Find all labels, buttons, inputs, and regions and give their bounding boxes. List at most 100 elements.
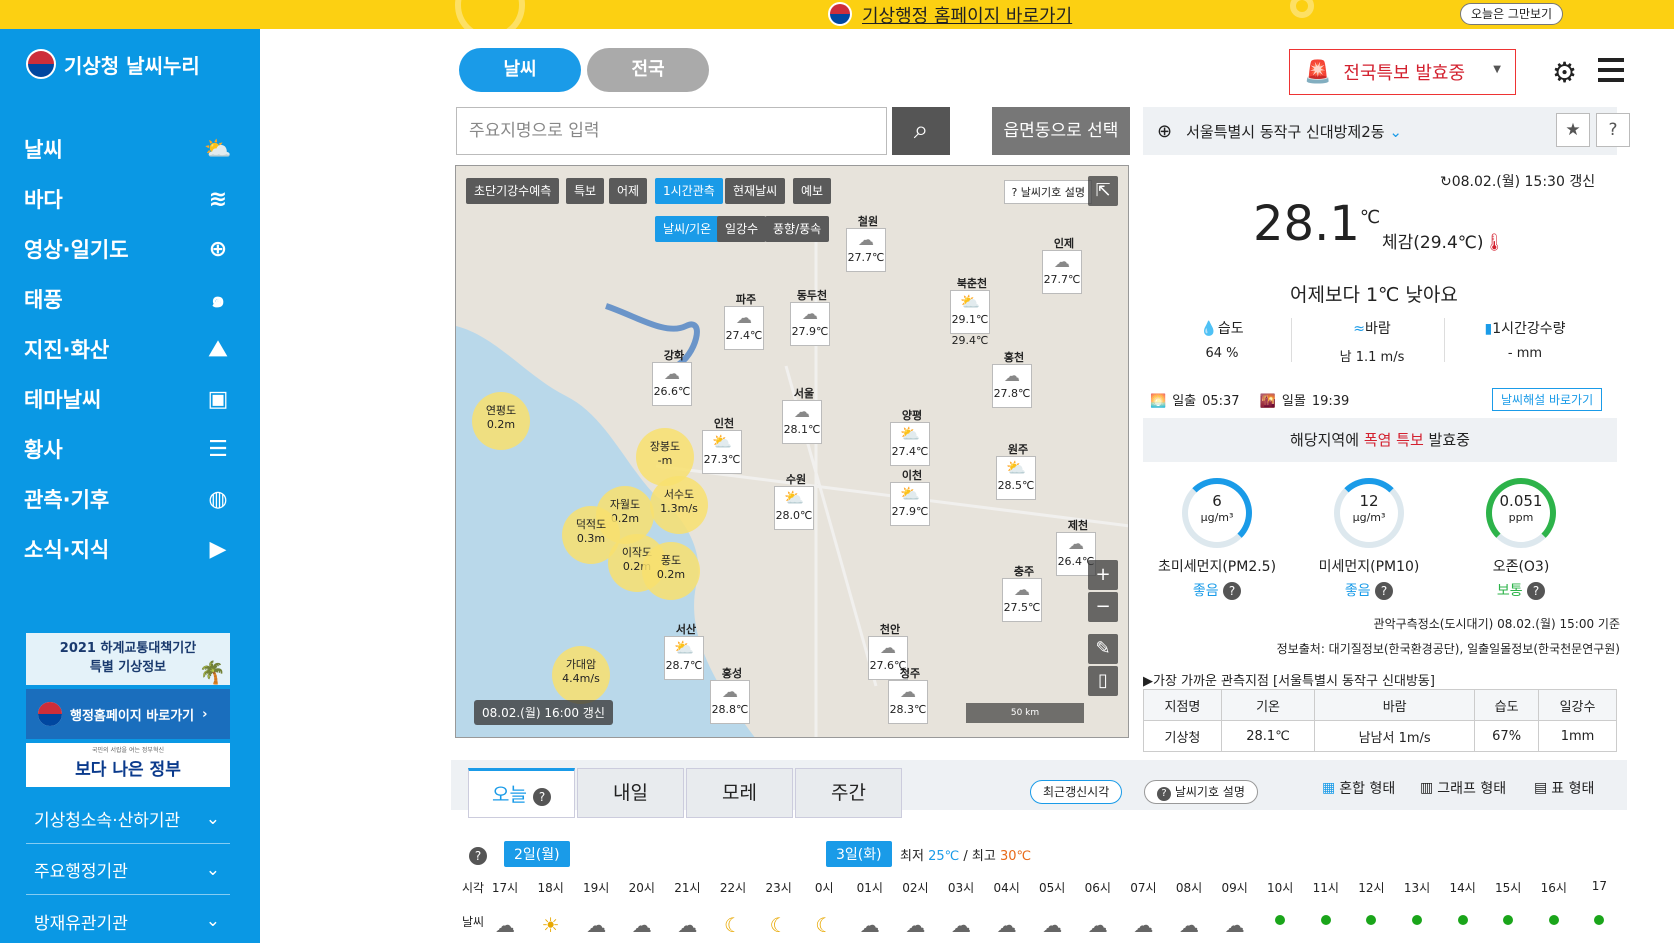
station-hongcheon[interactable]: 홍천 ☁ 27.8℃: [992, 351, 1032, 408]
view-mixed[interactable]: ▦ 혼합 형태: [1322, 778, 1395, 798]
map-tab-hourly-obs[interactable]: 1시간관측: [655, 178, 723, 204]
map-tab-nowcast[interactable]: 초단기강수예측: [466, 178, 560, 204]
nav-weather[interactable]: 날씨 ⛅: [0, 124, 260, 174]
dismiss-today-button[interactable]: 오늘은 그만보기: [1460, 3, 1564, 25]
accordion-disaster[interactable]: 방재유관기관 ⌄: [26, 896, 230, 946]
accordion-affiliated[interactable]: 기상청소속·산하기관 ⌄: [26, 794, 230, 844]
bubble-name: 연평도: [485, 404, 517, 417]
station-hongseong[interactable]: 홍성 ☁ 28.8℃: [710, 667, 750, 724]
help-icon[interactable]: ?: [1223, 582, 1242, 600]
map-tab-forecast[interactable]: 예보: [793, 178, 832, 204]
map-tab-warning[interactable]: 특보: [566, 178, 605, 204]
sunset-icon: 🌇: [1259, 394, 1276, 409]
heat-warning-banner[interactable]: 해당지역에 폭염 특보 발효중: [1143, 418, 1617, 462]
station-name: 이천: [901, 469, 923, 482]
tab-weather[interactable]: 날씨: [459, 48, 581, 92]
map-layer-icon[interactable]: ▯: [1088, 666, 1118, 696]
map-subtab-wind[interactable]: 풍향/풍속: [765, 216, 830, 242]
search-input[interactable]: 주요지명으로 입력: [456, 107, 887, 155]
nav-theme[interactable]: 테마날씨 ▣: [0, 374, 260, 424]
station-ganghwa[interactable]: 강화 ☁ 26.6℃: [652, 349, 692, 406]
symbol-legend-button[interactable]: ? 날씨기호 설명: [1004, 180, 1092, 204]
site-logo[interactable]: 기상청 날씨누리: [26, 49, 200, 79]
tab-today[interactable]: 오늘 ?: [468, 768, 575, 818]
station-bukchuncheon[interactable]: 북춘천 ⛅ 29.1℃: [950, 277, 990, 334]
recent-update-button[interactable]: 최근갱신시각: [1030, 780, 1123, 804]
search-icon: ⌕: [913, 115, 929, 145]
moon-icon: ☾: [769, 913, 788, 937]
nav-typhoon[interactable]: 태풍 ๑: [0, 274, 260, 324]
marine-bubble[interactable]: 풍도 0.2m: [642, 542, 700, 600]
station-icheon[interactable]: 이천 ⛅ 27.9℃: [890, 469, 930, 526]
tab-day-after[interactable]: 모레: [686, 768, 793, 818]
tab-weekly[interactable]: 주간: [795, 768, 902, 818]
help-icon[interactable]: ?: [533, 788, 551, 806]
favorite-star-icon[interactable]: ★: [1556, 113, 1590, 147]
marine-bubble[interactable]: 연평도 0.2m: [472, 392, 530, 450]
map-subtab-rain[interactable]: 일강수: [717, 216, 767, 242]
gps-icon[interactable]: ⊕: [1157, 121, 1172, 142]
sunrise-value: 05:37: [1202, 394, 1240, 409]
nav-satellite[interactable]: 영상·일기도 ⊕: [0, 224, 260, 274]
nav-climate[interactable]: 관측·기후 ◍: [0, 474, 260, 524]
tab-tomorrow[interactable]: 내일: [577, 768, 684, 818]
search-button[interactable]: ⌕: [892, 107, 950, 155]
bubble-name: 장봉도: [649, 440, 681, 453]
station-chungju[interactable]: 충주 ☁ 27.5℃: [1002, 565, 1042, 622]
ruler-icon[interactable]: ✎: [1088, 634, 1118, 664]
zoom-in-button[interactable]: +: [1088, 560, 1118, 590]
station-yangpyeong[interactable]: 양평 ⛅ 27.4℃: [890, 409, 930, 466]
accordion-admin[interactable]: 주요행정기관 ⌄: [26, 845, 230, 895]
chevron-right-icon: ›: [202, 706, 208, 722]
cloud-icon: ☁: [586, 913, 607, 937]
typhoon-icon: ๑: [211, 287, 225, 313]
station-cheongju[interactable]: 청주 ☁ 28.3℃: [888, 667, 928, 724]
zoom-out-button[interactable]: −: [1088, 592, 1118, 622]
station-wonju[interactable]: 원주 ⛅ 28.5℃: [996, 443, 1036, 500]
help-icon[interactable]: ?: [1596, 113, 1630, 147]
weather-map[interactable]: 초단기강수예측 특보 어제 1시간관측 현재날씨 예보 날씨/기온 일강수 풍향…: [455, 165, 1129, 738]
station-paju[interactable]: 파주 ☁ 27.4℃: [724, 293, 764, 350]
refresh-icon[interactable]: ↻: [1440, 174, 1452, 190]
select-eup-button[interactable]: 읍면동으로 선택: [992, 107, 1130, 155]
station-dongducheon[interactable]: 동두천 ☁ 27.9℃: [790, 289, 830, 346]
summer-traffic-banner[interactable]: 2021 하계교통대책기간 특별 기상정보 🌴: [26, 633, 230, 685]
gov-homepage-button[interactable]: 행정홈페이지 바로가기 ›: [26, 689, 230, 739]
station-cheorwon[interactable]: 철원 ☁ 27.7℃: [846, 215, 886, 272]
station-incheon[interactable]: 인천 ⛅ 27.3℃: [702, 417, 742, 474]
admin-homepage-link[interactable]: 기상행정 홈페이지 바로가기: [862, 2, 1072, 28]
station-inje[interactable]: 인제 ☁ 27.7℃: [1042, 237, 1082, 294]
gear-icon[interactable]: ⚙: [1552, 56, 1577, 89]
map-tab-current[interactable]: 현재날씨: [725, 178, 786, 204]
marine-bubble[interactable]: 가대암 4.4m/s: [552, 646, 610, 704]
view-graph[interactable]: ▥ 그래프 형태: [1420, 778, 1506, 798]
help-icon[interactable]: ?: [1375, 582, 1394, 600]
cloud-icon: ☁: [1014, 580, 1030, 599]
station-name: 인제: [1053, 237, 1075, 250]
sun-cloud-icon: ⛅: [1006, 458, 1026, 477]
better-government-banner[interactable]: 국민의 서랍을 여는 정부혁신 보다 나은 정부: [26, 743, 230, 787]
weather-commentary-link[interactable]: 날씨해설 바로가기: [1492, 388, 1603, 411]
update-time: ↻08.02.(월) 15:30 갱신: [1440, 171, 1595, 191]
map-subtab-temp[interactable]: 날씨/기온: [655, 216, 720, 242]
station-suwon[interactable]: 수원 ⛅ 28.0℃: [774, 473, 814, 530]
nav-news[interactable]: 소식·지식 ▶: [0, 524, 260, 574]
menu-icon[interactable]: [1598, 58, 1624, 82]
map-tab-yesterday[interactable]: 어제: [609, 178, 648, 204]
station-seosan[interactable]: 서산 ⛅ 28.7℃: [664, 623, 704, 680]
tab-nation[interactable]: 전국: [587, 48, 709, 92]
station-temp: 29.4℃: [951, 334, 989, 347]
view-table[interactable]: ▤ 표 형태: [1534, 778, 1594, 798]
precip-dot-icon: [1548, 915, 1559, 925]
nav-yellowdust[interactable]: 황사 ☰: [0, 424, 260, 474]
marine-bubble[interactable]: 서수도 1.3m/s: [650, 476, 708, 534]
nav-earthquake[interactable]: 지진·화산 ⛰: [0, 324, 260, 374]
help-icon[interactable]: ?: [1527, 582, 1546, 600]
location-select[interactable]: 서울특별시 동작구 신대방제2동 ⌄: [1186, 121, 1402, 142]
external-link-icon[interactable]: ⇱: [1088, 176, 1118, 206]
station-seoul[interactable]: 서울 ☁ 28.1℃: [782, 387, 822, 444]
symbol-legend-button-2[interactable]: ? 날씨기호 설명: [1144, 780, 1258, 804]
nav-sea[interactable]: 바다 ≋: [0, 174, 260, 224]
national-alert-dropdown[interactable]: 🚨 전국특보 발효중 ▼: [1289, 49, 1516, 95]
help-icon[interactable]: ?: [469, 847, 487, 865]
